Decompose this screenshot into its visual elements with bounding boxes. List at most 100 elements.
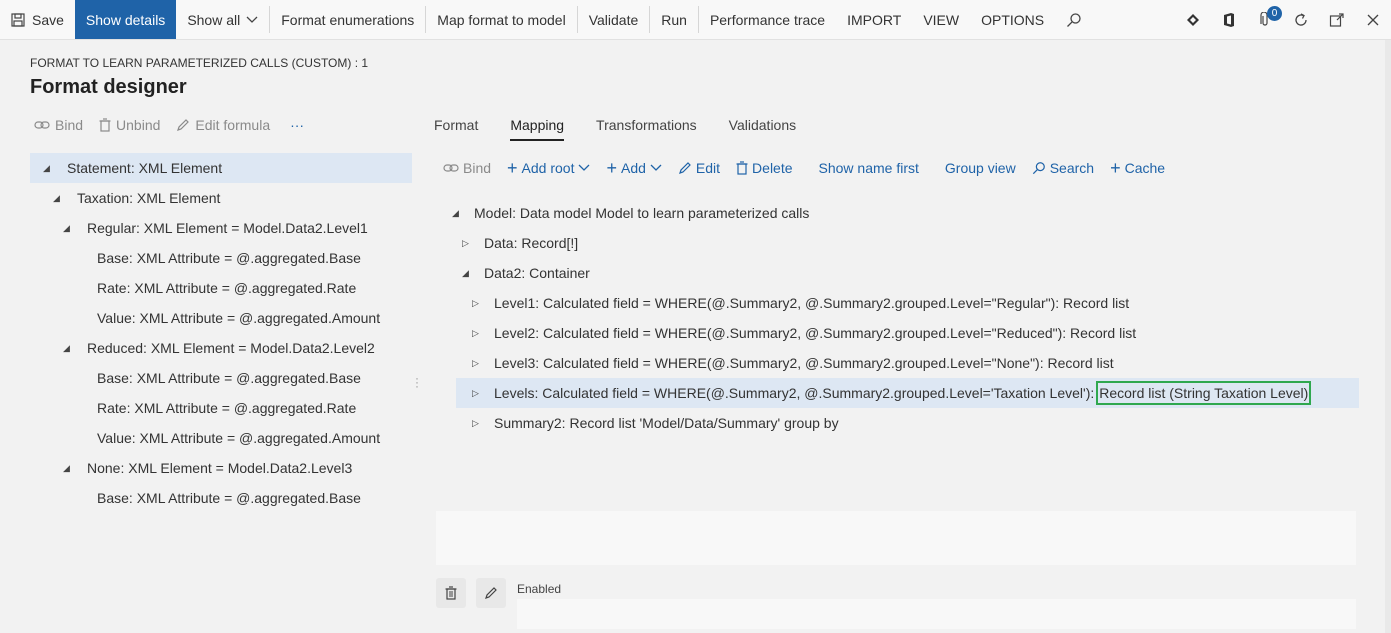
refresh-button[interactable] <box>1283 0 1319 40</box>
import-menu[interactable]: IMPORT <box>836 0 912 39</box>
bind-button[interactable]: Bind <box>34 117 83 133</box>
collapse-icon[interactable]: ◢ <box>462 268 469 279</box>
run-label: Run <box>661 11 687 28</box>
trash-icon <box>445 586 457 600</box>
more-options-button[interactable]: ··· <box>290 117 304 133</box>
tab-validations[interactable]: Validations <box>729 117 796 141</box>
collapse-icon[interactable]: ◢ <box>63 463 70 474</box>
model-tree-item: Model: Data model Model to learn paramet… <box>474 205 809 221</box>
tab-format[interactable]: Format <box>434 117 478 141</box>
power-apps-button[interactable] <box>1175 0 1211 40</box>
collapse-icon[interactable]: ◢ <box>63 223 70 234</box>
footer-edit-button[interactable] <box>476 578 506 608</box>
plus-icon: + <box>606 158 617 178</box>
run-button[interactable]: Run <box>650 0 698 39</box>
format-tree-label: Statement: XML Element <box>67 160 223 176</box>
link-icon <box>34 121 50 129</box>
format-tree-row[interactable]: Value: XML Attribute = @.aggregated.Amou… <box>30 303 412 333</box>
open-new-window-button[interactable] <box>1319 0 1355 40</box>
options-menu[interactable]: OPTIONS <box>970 0 1055 39</box>
model-tree: ◢ Model: Data model Model to learn parame… <box>452 198 1359 438</box>
mapping-search-label: Search <box>1049 160 1095 176</box>
format-tree-row[interactable]: ◢ Statement: XML Element <box>30 153 412 183</box>
show-all-button[interactable]: Show all <box>176 0 269 39</box>
toolbar-search-button[interactable] <box>1055 0 1093 39</box>
show-details-label: Show details <box>85 11 166 28</box>
show-name-first-button[interactable]: Show name first <box>819 160 919 176</box>
delete-button[interactable]: Delete <box>736 160 793 176</box>
vertical-scrollbar[interactable] <box>1385 40 1391 633</box>
model-tree-row[interactable]: ▷ Level2: Calculated field = WHERE(@.Summ… <box>456 318 1359 348</box>
format-tree-label: Rate: XML Attribute = @.aggregated.Rate <box>97 400 357 416</box>
refresh-icon <box>1295 13 1307 26</box>
model-tree-row[interactable]: ▷ Levels: Calculated field = WHERE(@.Summ… <box>456 378 1359 408</box>
tab-transformations[interactable]: Transformations <box>596 117 697 141</box>
expand-icon[interactable]: ▷ <box>472 328 479 339</box>
map-format-to-model-button[interactable]: Map format to model <box>426 0 576 39</box>
expand-icon[interactable]: ▷ <box>472 388 479 399</box>
more-options-label: ··· <box>290 117 305 133</box>
format-tree-row[interactable]: Rate: XML Attribute = @.aggregated.Rate <box>30 393 412 423</box>
edit-button[interactable]: Edit <box>678 160 720 176</box>
model-tree-row[interactable]: ◢ Model: Data model Model to learn parame… <box>452 198 1359 228</box>
model-tree-row[interactable]: ▷ Data: Record[!] <box>456 228 1359 258</box>
action-pane: Save Show details Show all Format enumer… <box>0 0 1391 40</box>
unbind-button[interactable]: Unbind <box>99 117 160 133</box>
add-root-button[interactable]: + Add root <box>507 159 590 177</box>
expand-icon[interactable]: ▷ <box>462 238 469 249</box>
format-tree-row[interactable]: ◢ None: XML Element = Model.Data2.Level3 <box>30 453 412 483</box>
model-tree-row[interactable]: ▷ Level1: Calculated field = WHERE(@.Summ… <box>456 288 1359 318</box>
collapse-icon[interactable]: ◢ <box>63 343 70 354</box>
expand-icon[interactable]: ▷ <box>472 418 479 429</box>
format-tree-row[interactable]: Base: XML Attribute = @.aggregated.Base <box>30 243 412 273</box>
format-tree-row[interactable]: Base: XML Attribute = @.aggregated.Base <box>30 363 412 393</box>
save-button[interactable]: Save <box>0 0 75 39</box>
validate-button[interactable]: Validate <box>578 0 650 39</box>
format-tree-row[interactable]: ◢ Regular: XML Element = Model.Data2.Leve… <box>30 213 412 243</box>
mapping-search-button[interactable]: Search <box>1032 160 1094 176</box>
collapse-icon[interactable]: ◢ <box>452 208 459 219</box>
office-button[interactable] <box>1211 0 1247 40</box>
model-tree-row[interactable]: ▷ Summary2: Record list 'Model/Data/Summa… <box>456 408 1359 438</box>
splitter-handle[interactable]: · · · <box>415 372 419 392</box>
expand-icon[interactable]: ▷ <box>472 298 479 309</box>
save-icon <box>11 12 25 27</box>
toolbar-right-icons: 0 <box>1175 0 1391 40</box>
close-button[interactable] <box>1355 0 1391 40</box>
add-button[interactable]: + Add <box>606 158 662 178</box>
collapse-icon[interactable]: ◢ <box>53 193 60 204</box>
model-tree-item: Summary2: Record list 'Model/Data/Summar… <box>494 415 839 431</box>
performance-trace-button[interactable]: Performance trace <box>699 0 836 39</box>
footer-delete-button[interactable] <box>436 578 466 608</box>
model-tree-row[interactable]: ▷ Level3: Calculated field = WHERE(@.Summ… <box>456 348 1359 378</box>
cache-button[interactable]: + Cache <box>1110 159 1166 177</box>
edit-formula-button[interactable]: Edit formula <box>176 117 270 133</box>
format-tree-label: Base: XML Attribute = @.aggregated.Base <box>97 370 361 386</box>
group-view-button[interactable]: Group view <box>945 160 1016 176</box>
format-tree-label: Rate: XML Attribute = @.aggregated.Rate <box>97 280 357 296</box>
save-label: Save <box>32 11 64 28</box>
format-tree-row[interactable]: Base: XML Attribute = @.aggregated.Base <box>30 483 412 513</box>
model-tree-label: Summary2: Record list 'Model/Data/Summar… <box>494 415 839 431</box>
format-tree-row[interactable]: Value: XML Attribute = @.aggregated.Amou… <box>30 423 412 453</box>
cache-label: Cache <box>1124 160 1166 176</box>
model-tree-item: Levels: Calculated field = WHERE(@.Summa… <box>494 381 1312 405</box>
format-tree-row[interactable]: ◢ Reduced: XML Element = Model.Data2.Leve… <box>30 333 412 363</box>
tab-mapping[interactable]: Mapping <box>510 117 565 141</box>
format-tree-row[interactable]: ◢ Taxation: XML Element <box>30 183 412 213</box>
group-view-label: Group view <box>944 160 1016 176</box>
format-tree-row[interactable]: Rate: XML Attribute = @.aggregated.Rate <box>30 273 412 303</box>
view-menu[interactable]: VIEW <box>912 0 970 39</box>
attachments-button[interactable]: 0 <box>1247 0 1283 40</box>
format-actions: Bind Unbind Edit formula ··· <box>34 117 304 133</box>
model-tree-row[interactable]: ◢ Data2: Container <box>456 258 1359 288</box>
format-tree-label: Reduced: XML Element = Model.Data2.Level… <box>87 340 375 356</box>
mapping-bind-button[interactable]: Bind <box>443 160 491 176</box>
collapse-icon[interactable]: ◢ <box>43 163 50 174</box>
expand-icon[interactable]: ▷ <box>472 358 479 369</box>
enabled-field[interactable] <box>517 599 1356 629</box>
show-details-button[interactable]: Show details <box>74 0 177 39</box>
unbind-label: Unbind <box>116 117 161 133</box>
edit-formula-label: Edit formula <box>195 117 271 133</box>
format-enumerations-button[interactable]: Format enumerations <box>270 0 425 39</box>
